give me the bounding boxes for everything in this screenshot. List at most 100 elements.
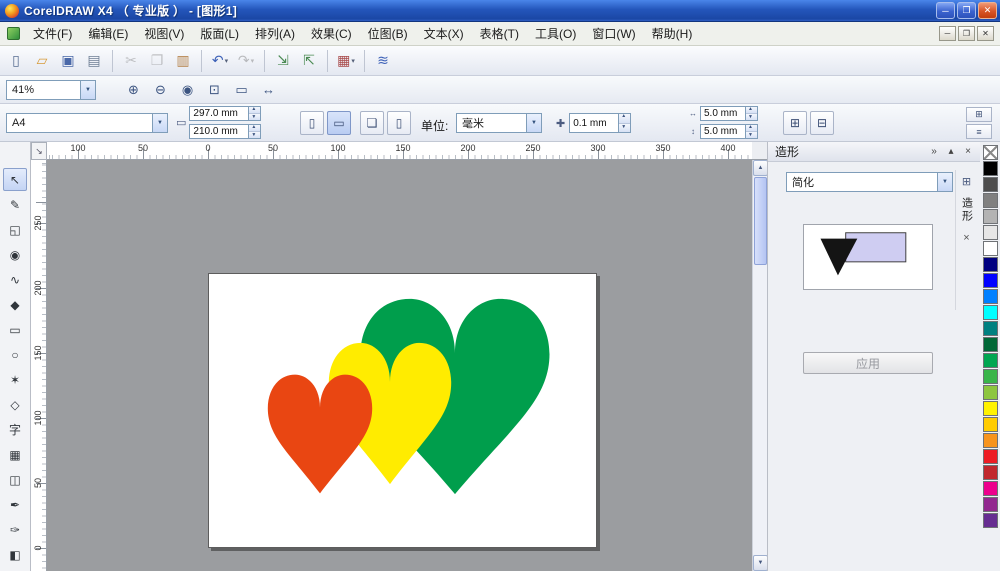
zoom-to-selection-button[interactable]: ◉	[176, 79, 199, 101]
color-swatch[interactable]	[982, 481, 998, 496]
outline-pen-tool[interactable]: ✑	[3, 518, 27, 541]
zoom-to-all-objects-button[interactable]: ⊡	[203, 79, 226, 101]
rectangle-tool[interactable]: ▭	[3, 318, 27, 341]
zoom-in-button[interactable]: ⊕	[122, 79, 145, 101]
color-swatch[interactable]	[982, 321, 998, 336]
docker-tab-grid-icon[interactable]: ⊞	[962, 175, 971, 188]
undo-button[interactable]: ↶ ▾	[208, 49, 232, 73]
drawing-canvas[interactable]	[47, 160, 752, 571]
duplicate-x-spinner[interactable]	[700, 106, 758, 121]
menu-arrange[interactable]: 排列(A)	[247, 23, 303, 44]
shaping-mode-combobox[interactable]: 简化	[786, 172, 953, 192]
text-tool[interactable]: 字	[3, 418, 27, 441]
color-swatch[interactable]	[982, 385, 998, 400]
zoom-to-page-width-button[interactable]: ↔	[257, 79, 280, 101]
freehand-tool[interactable]: ∿	[3, 268, 27, 291]
restore-button[interactable]: ❐	[957, 2, 976, 19]
zoom-tool[interactable]: ◉	[3, 243, 27, 266]
menu-table[interactable]: 表格(T)	[472, 23, 527, 44]
color-swatch[interactable]	[982, 465, 998, 480]
color-swatch[interactable]	[982, 353, 998, 368]
color-swatch[interactable]	[982, 257, 998, 272]
spinner-arrows[interactable]	[249, 124, 262, 139]
docker-tab-close-icon[interactable]: ×	[963, 232, 969, 244]
apply-button[interactable]: 应用	[803, 352, 933, 374]
zoom-out-button[interactable]: ⊖	[149, 79, 172, 101]
extra-button-1[interactable]: ⊞	[966, 107, 992, 122]
docker-collapse-button[interactable]: ▴	[946, 146, 956, 157]
no-color-swatch[interactable]	[982, 145, 998, 160]
color-swatch[interactable]	[982, 401, 998, 416]
nudge-input[interactable]	[569, 113, 620, 133]
scrollbar-thumb[interactable]	[754, 177, 767, 265]
eyedropper-tool[interactable]: ✒	[3, 493, 27, 516]
blend-tool[interactable]: ◫	[3, 468, 27, 491]
color-swatch[interactable]	[982, 241, 998, 256]
spinner-arrows[interactable]	[619, 113, 632, 133]
spinner-arrows[interactable]	[746, 106, 758, 121]
paste-button[interactable]: ▥	[171, 49, 195, 73]
menu-text[interactable]: 文本(X)	[416, 23, 472, 44]
docker-close-button[interactable]: ×	[963, 146, 973, 157]
color-swatch[interactable]	[982, 337, 998, 352]
corel-online-button[interactable]: ≋	[371, 49, 395, 73]
page-height-spinner[interactable]	[189, 124, 262, 139]
duplicate-x-input[interactable]	[700, 106, 746, 121]
import-button[interactable]: ⇲	[271, 49, 295, 73]
nudge-spinner[interactable]	[569, 113, 632, 133]
page-height-input[interactable]	[189, 124, 250, 139]
menu-effects[interactable]: 效果(C)	[303, 23, 360, 44]
snap-to-grid-button[interactable]: ⊞	[783, 111, 807, 135]
color-swatch[interactable]	[982, 369, 998, 384]
red-heart-shape[interactable]	[262, 368, 378, 500]
open-button[interactable]: ▱	[30, 49, 54, 73]
polygon-tool[interactable]: ✶	[3, 368, 27, 391]
horizontal-ruler[interactable]: 100 50 0 50 100 150 200 250 300 350 400	[47, 142, 752, 160]
new-document-button[interactable]: ▯	[4, 49, 28, 73]
fill-tool[interactable]: ◧	[3, 543, 27, 566]
color-swatch[interactable]	[982, 225, 998, 240]
export-button[interactable]: ⇱	[297, 49, 321, 73]
color-swatch[interactable]	[982, 305, 998, 320]
table-tool[interactable]: ▦	[3, 443, 27, 466]
page-width-spinner[interactable]	[189, 106, 262, 121]
ruler-origin[interactable]: ↘	[31, 142, 47, 160]
crop-tool[interactable]: ◱	[3, 218, 27, 241]
menu-layout[interactable]: 版面(L)	[192, 23, 247, 44]
docker-flyout-button[interactable]: »	[929, 146, 939, 157]
menu-file[interactable]: 文件(F)	[25, 23, 80, 44]
vertical-scrollbar[interactable]	[752, 160, 768, 571]
docker-tab-label[interactable]: 造形	[959, 197, 975, 223]
zoom-to-page-button[interactable]: ▭	[230, 79, 253, 101]
color-swatch[interactable]	[982, 177, 998, 192]
color-swatch[interactable]	[982, 449, 998, 464]
color-swatch[interactable]	[982, 433, 998, 448]
color-swatch[interactable]	[982, 273, 998, 288]
menu-help[interactable]: 帮助(H)	[644, 23, 701, 44]
spinner-arrows[interactable]	[746, 124, 758, 139]
doc-minimize-button[interactable]: ─	[939, 26, 956, 41]
print-button[interactable]: ▤	[82, 49, 106, 73]
current-page-button[interactable]: ▯	[387, 111, 411, 135]
ellipse-tool[interactable]: ○	[3, 343, 27, 366]
document-menu-icon[interactable]	[7, 27, 20, 40]
scroll-up-button[interactable]	[753, 160, 768, 176]
chevron-down-icon[interactable]	[152, 114, 167, 132]
portrait-button[interactable]: ▯	[300, 111, 324, 135]
snap-to-objects-button[interactable]: ⊟	[810, 111, 834, 135]
color-swatch[interactable]	[982, 497, 998, 512]
spinner-arrows[interactable]	[249, 106, 262, 121]
color-swatch[interactable]	[982, 161, 998, 176]
extra-button-2[interactable]: ≡	[966, 124, 992, 139]
color-swatch[interactable]	[982, 289, 998, 304]
color-swatch[interactable]	[982, 417, 998, 432]
duplicate-y-spinner[interactable]	[700, 124, 758, 139]
landscape-button[interactable]: ▭	[327, 111, 351, 135]
chevron-down-icon[interactable]	[526, 114, 541, 132]
page-width-input[interactable]	[189, 106, 250, 121]
scroll-down-button[interactable]	[753, 555, 768, 571]
application-launcher-button[interactable]: ▦ ▾	[334, 49, 358, 73]
color-swatch[interactable]	[982, 209, 998, 224]
smart-fill-tool[interactable]: ◆	[3, 293, 27, 316]
chevron-down-icon[interactable]	[80, 80, 95, 99]
